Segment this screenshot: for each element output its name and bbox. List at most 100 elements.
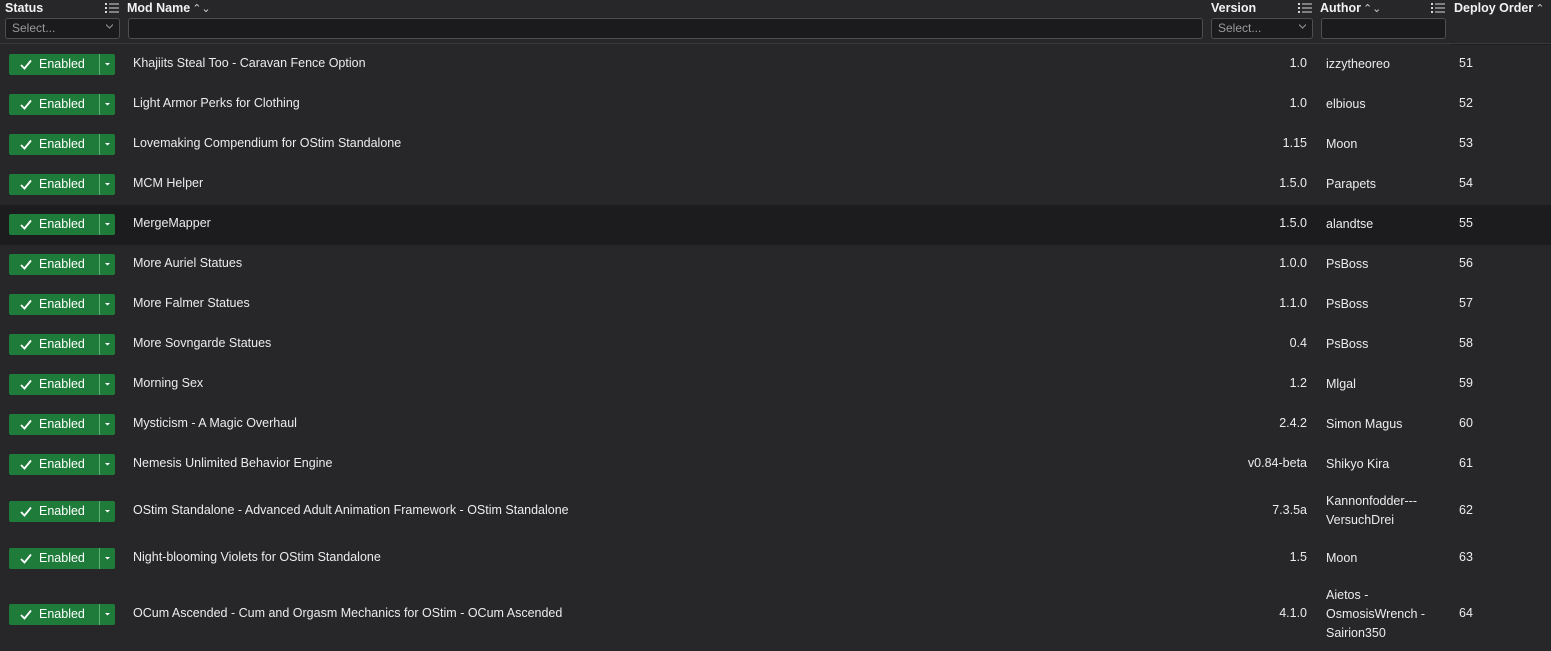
status-enabled-button[interactable]: Enabled <box>9 253 99 275</box>
status-filter-select[interactable]: Select... <box>5 18 120 39</box>
author-cell: Parapets <box>1326 175 1446 194</box>
mod-name-cell: MCM Helper <box>133 176 204 190</box>
status-enabled-button[interactable]: Enabled <box>9 547 99 569</box>
check-icon <box>20 553 32 564</box>
deploy-order-cell: 51 <box>1459 56 1473 70</box>
caret-down-icon <box>105 342 110 345</box>
status-enabled-button[interactable]: Enabled <box>9 53 99 75</box>
status-dropdown-button[interactable] <box>99 293 115 315</box>
status-label: Enabled <box>39 176 85 191</box>
deploy-order-cell: 58 <box>1459 336 1473 350</box>
check-icon <box>20 459 32 470</box>
modname-column-title[interactable]: Mod Name ⌃⌄ <box>127 0 211 16</box>
status-dropdown-button[interactable] <box>99 413 115 435</box>
deploy-order-column-title[interactable]: Deploy Order ⌃ <box>1454 0 1544 16</box>
check-icon <box>20 506 32 517</box>
table-row[interactable]: Enabled Nemesis Unlimited Behavior Engine… <box>0 445 1551 485</box>
status-dropdown-button[interactable] <box>99 213 115 235</box>
status-filter-placeholder: Select... <box>12 21 56 35</box>
version-filter-select[interactable]: Select... <box>1211 18 1313 39</box>
mod-name-cell: Morning Sex <box>133 376 204 390</box>
deploy-order-cell: 59 <box>1459 376 1473 390</box>
caret-down-icon <box>105 509 110 512</box>
status-label: Enabled <box>39 606 85 621</box>
deploy-order-cell: 55 <box>1459 216 1473 230</box>
table-row[interactable]: Enabled OCum Ascended - Cum and Orgasm Me… <box>0 579 1551 651</box>
status-enabled-button[interactable]: Enabled <box>9 333 99 355</box>
version-cell: 1.0.0 <box>1279 256 1307 270</box>
status-dropdown-button[interactable] <box>99 547 115 569</box>
status-dropdown-button[interactable] <box>99 333 115 355</box>
table-row[interactable]: Enabled Light Armor Perks for Clothing 1.0… <box>0 85 1551 125</box>
version-cell: v0.84-beta <box>1247 456 1307 470</box>
table-row[interactable]: Enabled OStim Standalone - Advanced Adult… <box>0 485 1551 539</box>
table-row[interactable]: Enabled MCM Helper 1.5.0 Parapets 54 <box>0 165 1551 205</box>
check-icon <box>20 179 32 190</box>
deploy-order-cell: 60 <box>1459 416 1473 430</box>
deploy-order-cell: 54 <box>1459 176 1473 190</box>
status-column-title[interactable]: Status <box>5 0 43 16</box>
author-filter-input[interactable] <box>1321 18 1446 39</box>
status-enabled-button[interactable]: Enabled <box>9 453 99 475</box>
table-row[interactable]: Enabled More Sovngarde Statues 0.4 PsBoss 58 <box>0 325 1551 365</box>
status-enabled-button[interactable]: Enabled <box>9 373 99 395</box>
status-enabled-button[interactable]: Enabled <box>9 293 99 315</box>
author-cell: Shikyo Kira <box>1326 455 1446 474</box>
check-icon <box>20 299 32 310</box>
deploy-order-cell: 53 <box>1459 136 1473 150</box>
status-dropdown-button[interactable] <box>99 253 115 275</box>
status-enabled-button[interactable]: Enabled <box>9 93 99 115</box>
table-row[interactable]: Enabled More Falmer Statues 1.1.0 PsBoss 57 <box>0 285 1551 325</box>
sort-ascending-icon[interactable]: ⌃ <box>1535 3 1544 15</box>
chevron-down-icon <box>106 24 113 29</box>
deploy-order-cell: 64 <box>1459 606 1473 620</box>
table-row[interactable]: Enabled Lovemaking Compendium for OStim S… <box>0 125 1551 165</box>
check-icon <box>20 609 32 620</box>
status-dropdown-button[interactable] <box>99 373 115 395</box>
status-enabled-button[interactable]: Enabled <box>9 413 99 435</box>
sort-both-icon[interactable]: ⌃⌄ <box>192 3 210 15</box>
author-cell: PsBoss <box>1326 335 1446 354</box>
status-enabled-button[interactable]: Enabled <box>9 213 99 235</box>
status-dropdown-button[interactable] <box>99 500 115 522</box>
status-label: Enabled <box>39 456 85 471</box>
author-line: Mlgal <box>1326 376 1356 391</box>
status-dropdown-button[interactable] <box>99 93 115 115</box>
list-filter-icon[interactable] <box>105 1 119 15</box>
author-column-title[interactable]: Author ⌃⌄ <box>1320 0 1381 16</box>
version-column-title[interactable]: Version <box>1211 0 1256 16</box>
status-dropdown-button[interactable] <box>99 453 115 475</box>
caret-down-icon <box>105 222 110 225</box>
mod-name-cell: OCum Ascended - Cum and Orgasm Mechanics… <box>133 606 563 620</box>
status-dropdown-button[interactable] <box>99 133 115 155</box>
status-dropdown-button[interactable] <box>99 173 115 195</box>
status-enabled-button[interactable]: Enabled <box>9 500 99 522</box>
author-line: Shikyo Kira <box>1326 456 1390 471</box>
table-row[interactable]: Enabled Morning Sex 1.2 Mlgal 59 <box>0 365 1551 405</box>
table-row[interactable]: Enabled Night-blooming Violets for OStim … <box>0 539 1551 579</box>
list-filter-icon[interactable] <box>1431 1 1445 15</box>
version-cell: 1.0 <box>1289 96 1307 110</box>
status-label: Enabled <box>39 256 85 271</box>
table-row[interactable]: Enabled More Auriel Statues 1.0.0 PsBoss 56 <box>0 245 1551 285</box>
list-filter-icon[interactable] <box>1298 1 1312 15</box>
deploy-order-column-label: Deploy Order <box>1454 1 1534 15</box>
caret-down-icon <box>105 302 110 305</box>
table-row[interactable]: Enabled Khajiits Steal Too - Caravan Fenc… <box>0 45 1551 85</box>
modname-filter-input[interactable] <box>128 18 1203 39</box>
version-cell: 1.2 <box>1289 376 1307 390</box>
caret-down-icon <box>105 142 110 145</box>
status-enabled-button[interactable]: Enabled <box>9 603 99 625</box>
status-dropdown-button[interactable] <box>99 603 115 625</box>
status-label: Enabled <box>39 503 85 518</box>
status-label: Enabled <box>39 296 85 311</box>
status-label: Enabled <box>39 376 85 391</box>
mod-name-cell: Mysticism - A Magic Overhaul <box>133 416 297 430</box>
status-dropdown-button[interactable] <box>99 53 115 75</box>
table-row[interactable]: Enabled MergeMapper 1.5.0 alandtse 55 <box>0 205 1551 245</box>
status-label: Enabled <box>39 136 85 151</box>
sort-both-icon[interactable]: ⌃⌄ <box>1363 3 1381 15</box>
table-row[interactable]: Enabled Mysticism - A Magic Overhaul 2.4.2… <box>0 405 1551 445</box>
status-enabled-button[interactable]: Enabled <box>9 173 99 195</box>
status-enabled-button[interactable]: Enabled <box>9 133 99 155</box>
